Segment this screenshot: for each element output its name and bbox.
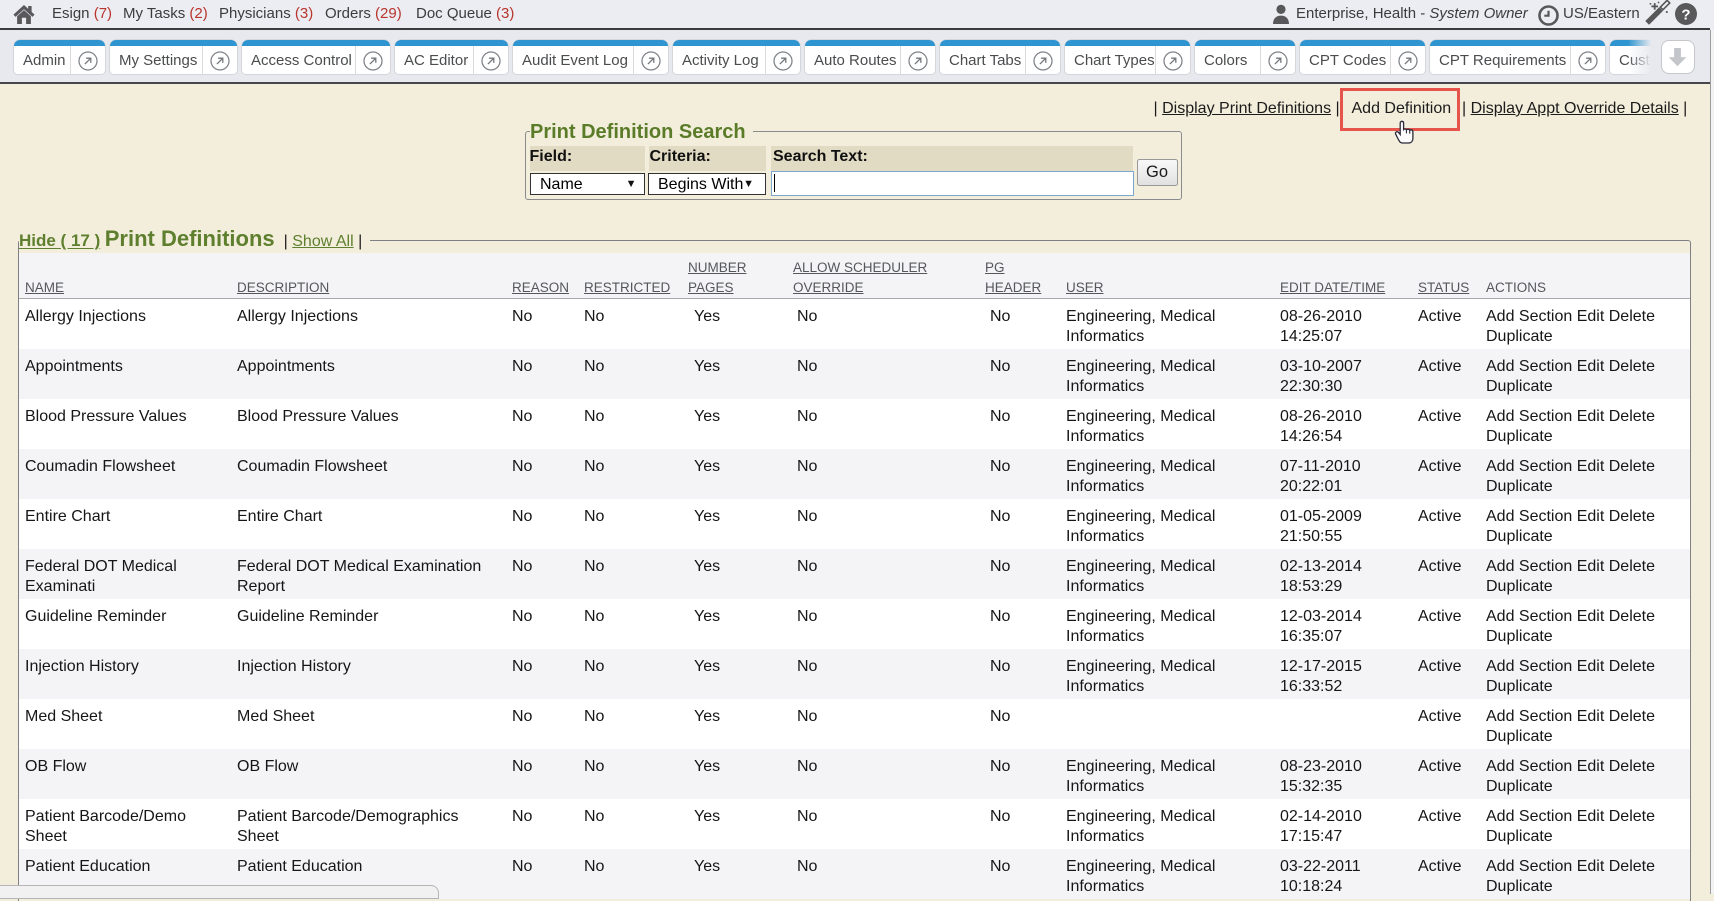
svg-text:?: ?: [1681, 7, 1690, 24]
